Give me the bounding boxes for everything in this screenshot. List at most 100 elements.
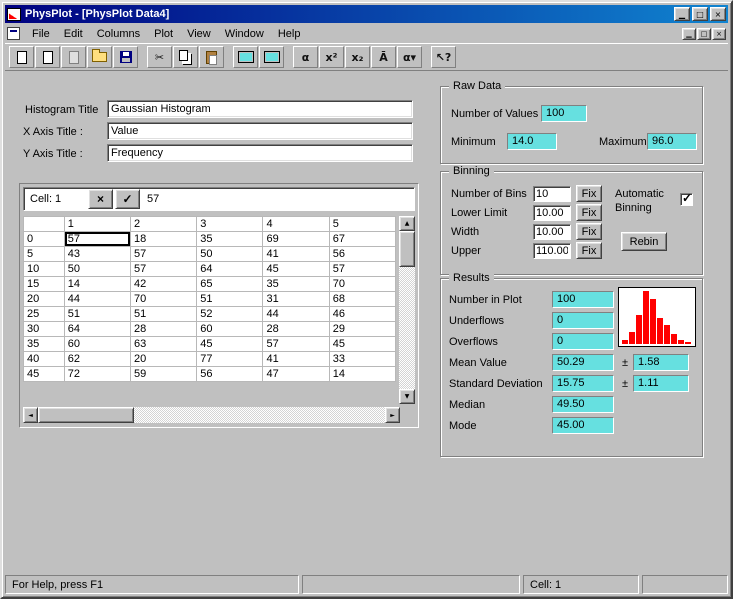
row-header[interactable]: 45: [23, 366, 65, 382]
table-cell[interactable]: 45: [262, 261, 330, 277]
table-cell[interactable]: 44: [262, 306, 330, 322]
menu-view[interactable]: View: [180, 25, 218, 43]
table-cell[interactable]: 50: [63, 261, 132, 277]
rebin-button[interactable]: Rebin: [621, 232, 667, 251]
table-cell[interactable]: 57: [129, 246, 198, 262]
table-cell[interactable]: 60: [196, 321, 264, 337]
table-cell[interactable]: 62: [63, 351, 132, 367]
row-header[interactable]: 10: [23, 261, 65, 277]
row-header[interactable]: 20: [23, 291, 65, 307]
menu-edit[interactable]: Edit: [57, 25, 90, 43]
table-cell[interactable]: 42: [129, 276, 198, 292]
menu-plot[interactable]: Plot: [147, 25, 180, 43]
symbol-menu-button[interactable]: α▾: [397, 46, 422, 68]
table-cell[interactable]: 14: [328, 366, 397, 382]
width-input[interactable]: [533, 223, 571, 240]
horizontal-scrollbar[interactable]: ◄ ►: [23, 407, 400, 423]
superscript-button[interactable]: x²: [319, 46, 344, 68]
column-header[interactable]: 1: [63, 216, 132, 232]
table-cell[interactable]: 20: [129, 351, 198, 367]
y-axis-title-input[interactable]: [107, 144, 413, 162]
row-header[interactable]: 40: [23, 351, 65, 367]
greek-symbol-button[interactable]: α: [293, 46, 318, 68]
save-button[interactable]: [113, 46, 138, 68]
table-cell[interactable]: 33: [328, 351, 397, 367]
row-header[interactable]: 25: [23, 306, 65, 322]
scroll-down-button[interactable]: ▼: [399, 389, 415, 404]
cancel-edit-button[interactable]: ×: [88, 189, 113, 209]
table-cell[interactable]: 46: [328, 306, 397, 322]
menu-window[interactable]: Window: [218, 25, 271, 43]
table-cell[interactable]: 56: [328, 246, 397, 262]
table-cell[interactable]: 45: [196, 336, 264, 352]
menu-columns[interactable]: Columns: [90, 25, 147, 43]
scroll-up-button[interactable]: ▲: [399, 216, 415, 231]
vertical-scrollbar-thumb[interactable]: [399, 231, 415, 267]
table-cell[interactable]: 59: [129, 366, 198, 382]
table-cell[interactable]: 51: [196, 291, 264, 307]
new-document-button[interactable]: [9, 46, 34, 68]
new-table-button[interactable]: [61, 46, 86, 68]
table-cell[interactable]: 51: [63, 306, 132, 322]
mdi-minimize-button[interactable]: ▁: [682, 27, 696, 40]
table-cell[interactable]: 44: [63, 291, 132, 307]
x-axis-title-input[interactable]: [107, 122, 413, 140]
table-cell[interactable]: 43: [63, 246, 132, 262]
cell-value-input[interactable]: [142, 190, 414, 208]
horizontal-scrollbar-thumb[interactable]: [38, 407, 134, 423]
row-header[interactable]: 30: [23, 321, 65, 337]
table-cell[interactable]: 70: [328, 276, 397, 292]
mdi-close-button[interactable]: ×: [712, 27, 726, 40]
table-cell[interactable]: 68: [328, 291, 397, 307]
width-fix-button[interactable]: Fix: [576, 223, 602, 240]
column-header[interactable]: 4: [262, 216, 330, 232]
lower-limit-input[interactable]: [533, 204, 571, 221]
mdi-restore-button[interactable]: □: [697, 27, 711, 40]
table-cell[interactable]: 72: [63, 366, 132, 382]
automatic-binning-checkbox[interactable]: [680, 191, 693, 206]
number-of-bins-input[interactable]: [533, 185, 571, 202]
copy-button[interactable]: [173, 46, 198, 68]
minimize-button[interactable]: ▁: [674, 7, 690, 21]
table-cell[interactable]: 60: [63, 336, 132, 352]
scroll-left-button[interactable]: ◄: [23, 407, 38, 423]
row-header[interactable]: 5: [23, 246, 65, 262]
table-cell[interactable]: 14: [63, 276, 132, 292]
menu-help[interactable]: Help: [271, 25, 308, 43]
maximize-button[interactable]: □: [692, 7, 708, 21]
column-header[interactable]: 2: [129, 216, 198, 232]
upper-input[interactable]: [533, 242, 571, 259]
table-cell[interactable]: 69: [262, 231, 330, 247]
table-cell[interactable]: 65: [196, 276, 264, 292]
column-header[interactable]: 3: [196, 216, 264, 232]
close-button[interactable]: ×: [710, 7, 726, 21]
table-cell[interactable]: 29: [328, 321, 397, 337]
table-cell[interactable]: 57: [63, 231, 132, 247]
table-cell[interactable]: 41: [262, 246, 330, 262]
subscript-button[interactable]: x₂: [345, 46, 370, 68]
column-header[interactable]: 5: [328, 216, 397, 232]
cut-button[interactable]: ✂: [147, 46, 172, 68]
table-cell[interactable]: 52: [196, 306, 264, 322]
table-cell[interactable]: 77: [196, 351, 264, 367]
open-button[interactable]: [87, 46, 112, 68]
table-cell[interactable]: 64: [63, 321, 132, 337]
table-cell[interactable]: 28: [129, 321, 198, 337]
table-cell[interactable]: 18: [129, 231, 198, 247]
table-cell[interactable]: 57: [328, 261, 397, 277]
row-header[interactable]: 15: [23, 276, 65, 292]
row-header[interactable]: 35: [23, 336, 65, 352]
table-cell[interactable]: 57: [262, 336, 330, 352]
table-cell[interactable]: 70: [129, 291, 198, 307]
table-cell[interactable]: 41: [262, 351, 330, 367]
table-cell[interactable]: 51: [129, 306, 198, 322]
table-cell[interactable]: 31: [262, 291, 330, 307]
scroll-right-button[interactable]: ►: [385, 407, 400, 423]
table-cell[interactable]: 28: [262, 321, 330, 337]
row-header[interactable]: 0: [23, 231, 65, 247]
table-cell[interactable]: 45: [328, 336, 397, 352]
accept-edit-button[interactable]: ✓: [115, 189, 140, 209]
table-cell[interactable]: 35: [196, 231, 264, 247]
upper-fix-button[interactable]: Fix: [576, 242, 602, 259]
table-cell[interactable]: 50: [196, 246, 264, 262]
